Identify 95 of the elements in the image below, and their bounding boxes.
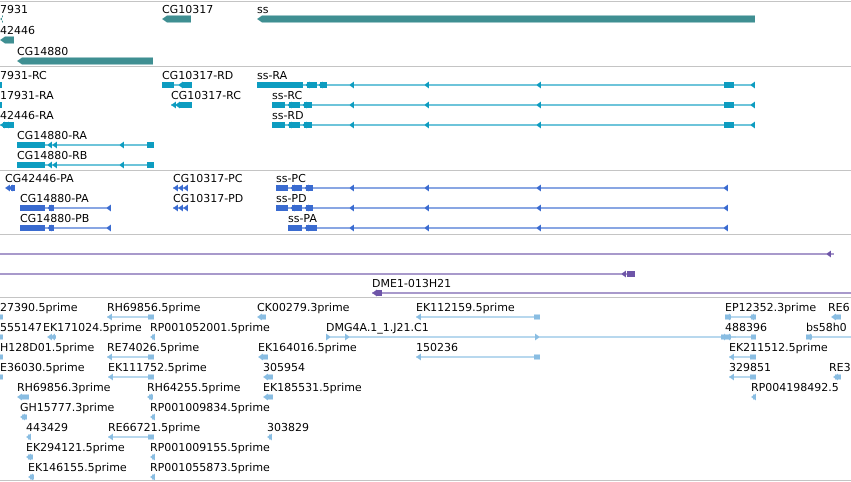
- est-drawing: [263, 392, 274, 402]
- feature-label: 329851: [729, 361, 771, 374]
- feature-label: ss-PD: [276, 192, 307, 205]
- feature-label: RH69856.5prime: [107, 301, 200, 314]
- feature-label: 150236: [416, 341, 458, 354]
- est-drawing: [751, 392, 757, 402]
- est-drawing: [267, 432, 272, 442]
- feature-label: RE66721.5prime: [108, 421, 200, 434]
- feature-label: 303829: [267, 421, 309, 434]
- est-drawing: [108, 372, 155, 382]
- est-drawing: [831, 312, 842, 322]
- feature-label: 17931-RA: [0, 89, 54, 102]
- feature-label: ss-PC: [276, 172, 306, 185]
- protein-drawing: [173, 203, 189, 213]
- est-drawing: [147, 392, 154, 402]
- feature-label: 27390.5prime: [0, 301, 78, 314]
- feature-label: CG10317-RD: [162, 69, 234, 82]
- feature-label: RP004198492.5: [751, 381, 839, 394]
- feature-label: 488396: [725, 321, 767, 334]
- transcript-drawing: [171, 100, 193, 110]
- feature-label: ss: [257, 3, 268, 16]
- est-drawing: [47, 332, 56, 342]
- feature-label: RP001055873.5prime: [150, 461, 270, 474]
- est-drawing: [725, 312, 757, 322]
- feature-label: 443429: [26, 421, 68, 434]
- feature-label: RE74026.5prime: [107, 341, 200, 354]
- est-drawing: [263, 372, 274, 382]
- est-drawing: [257, 312, 267, 322]
- feature-label: GH15777.3prime: [20, 401, 114, 414]
- est-drawing: [258, 352, 269, 362]
- est-drawing: [150, 472, 156, 482]
- protein-drawing: [5, 183, 16, 193]
- feature-label: RP001052001.5prime: [150, 321, 270, 334]
- feature-label: EK294121.5prime: [26, 441, 125, 454]
- feature-label: RH64255.5prime: [147, 381, 240, 394]
- feature-label: CG10317-PD: [173, 192, 244, 205]
- feature-label: 305954: [263, 361, 305, 374]
- est-drawing: [729, 372, 757, 382]
- feature-label: EK211512.5prime: [729, 341, 828, 354]
- feature-label: CG10317-PC: [173, 172, 242, 185]
- feature-label: RE6: [828, 301, 850, 314]
- feature-label: CG10317-RC: [171, 89, 241, 102]
- est-drawing: [108, 432, 155, 442]
- est-drawing: [150, 412, 156, 422]
- feature-label: 7931: [0, 3, 28, 16]
- feature-label: DME1-013H21: [372, 277, 452, 290]
- feature-label: CG14880: [17, 45, 68, 58]
- feature-label: RE3: [829, 361, 851, 374]
- feature-label: EP12352.3prime: [725, 301, 816, 314]
- feature-label: CG10317: [162, 3, 214, 16]
- transcript-drawing: [162, 80, 193, 90]
- feature-label: EK171024.5prime: [43, 321, 142, 334]
- feature-label: ss-RC: [272, 89, 302, 102]
- feature-label: CG14880-RB: [17, 149, 88, 162]
- feature-label: CG14880-PB: [20, 212, 90, 225]
- transcript-drawing: [0, 120, 15, 130]
- est-drawing: [833, 372, 842, 382]
- est-drawing: [806, 332, 851, 342]
- feature-label: 42446: [0, 24, 35, 37]
- feature-label: 42446-RA: [0, 109, 54, 122]
- gene-bar: [0, 14, 3, 24]
- feature-label: E36030.5prime: [0, 361, 84, 374]
- est-drawing: [28, 472, 35, 482]
- est-drawing: [20, 412, 28, 422]
- gene-bar: [162, 14, 192, 24]
- feature-label: EK185531.5prime: [263, 381, 362, 394]
- feature-label: RP001009155.5prime: [150, 441, 270, 454]
- est-drawing: [150, 332, 156, 342]
- feature-label: CG42446-PA: [5, 172, 74, 185]
- gene-bar: [0, 35, 15, 45]
- feature-label: DMG4A.1_1.J21.C1: [326, 321, 429, 334]
- feature-label: EK164016.5prime: [258, 341, 357, 354]
- feature-label: CG14880-PA: [20, 192, 89, 205]
- feature-label: CK00279.3prime: [257, 301, 350, 314]
- feature-label: ss-PA: [288, 212, 317, 225]
- est-drawing: [26, 452, 34, 462]
- feature-label: EK146155.5prime: [28, 461, 127, 474]
- feature-label: H128D01.5prime: [0, 341, 94, 354]
- feature-label: ss-RD: [272, 109, 304, 122]
- feature-label: bs58h0: [806, 321, 847, 334]
- feature-label: 555147: [0, 321, 42, 334]
- est-drawing: [107, 352, 155, 362]
- feature-label: 7931-RC: [0, 69, 47, 82]
- feature-label: RP001009834.5prime: [150, 401, 270, 414]
- protein-drawing: [173, 183, 189, 193]
- feature-label: EK111752.5prime: [108, 361, 207, 374]
- feature-label: EK112159.5prime: [416, 301, 515, 314]
- est-drawing: [17, 392, 30, 402]
- est-drawing: [26, 432, 32, 442]
- feature-label: CG14880-RA: [17, 129, 87, 142]
- est-drawing: [150, 452, 156, 462]
- feature-label: ss-RA: [257, 69, 288, 82]
- est-drawing: [729, 352, 757, 362]
- est-drawing: [107, 312, 155, 322]
- feature-label: RH69856.3prime: [17, 381, 110, 394]
